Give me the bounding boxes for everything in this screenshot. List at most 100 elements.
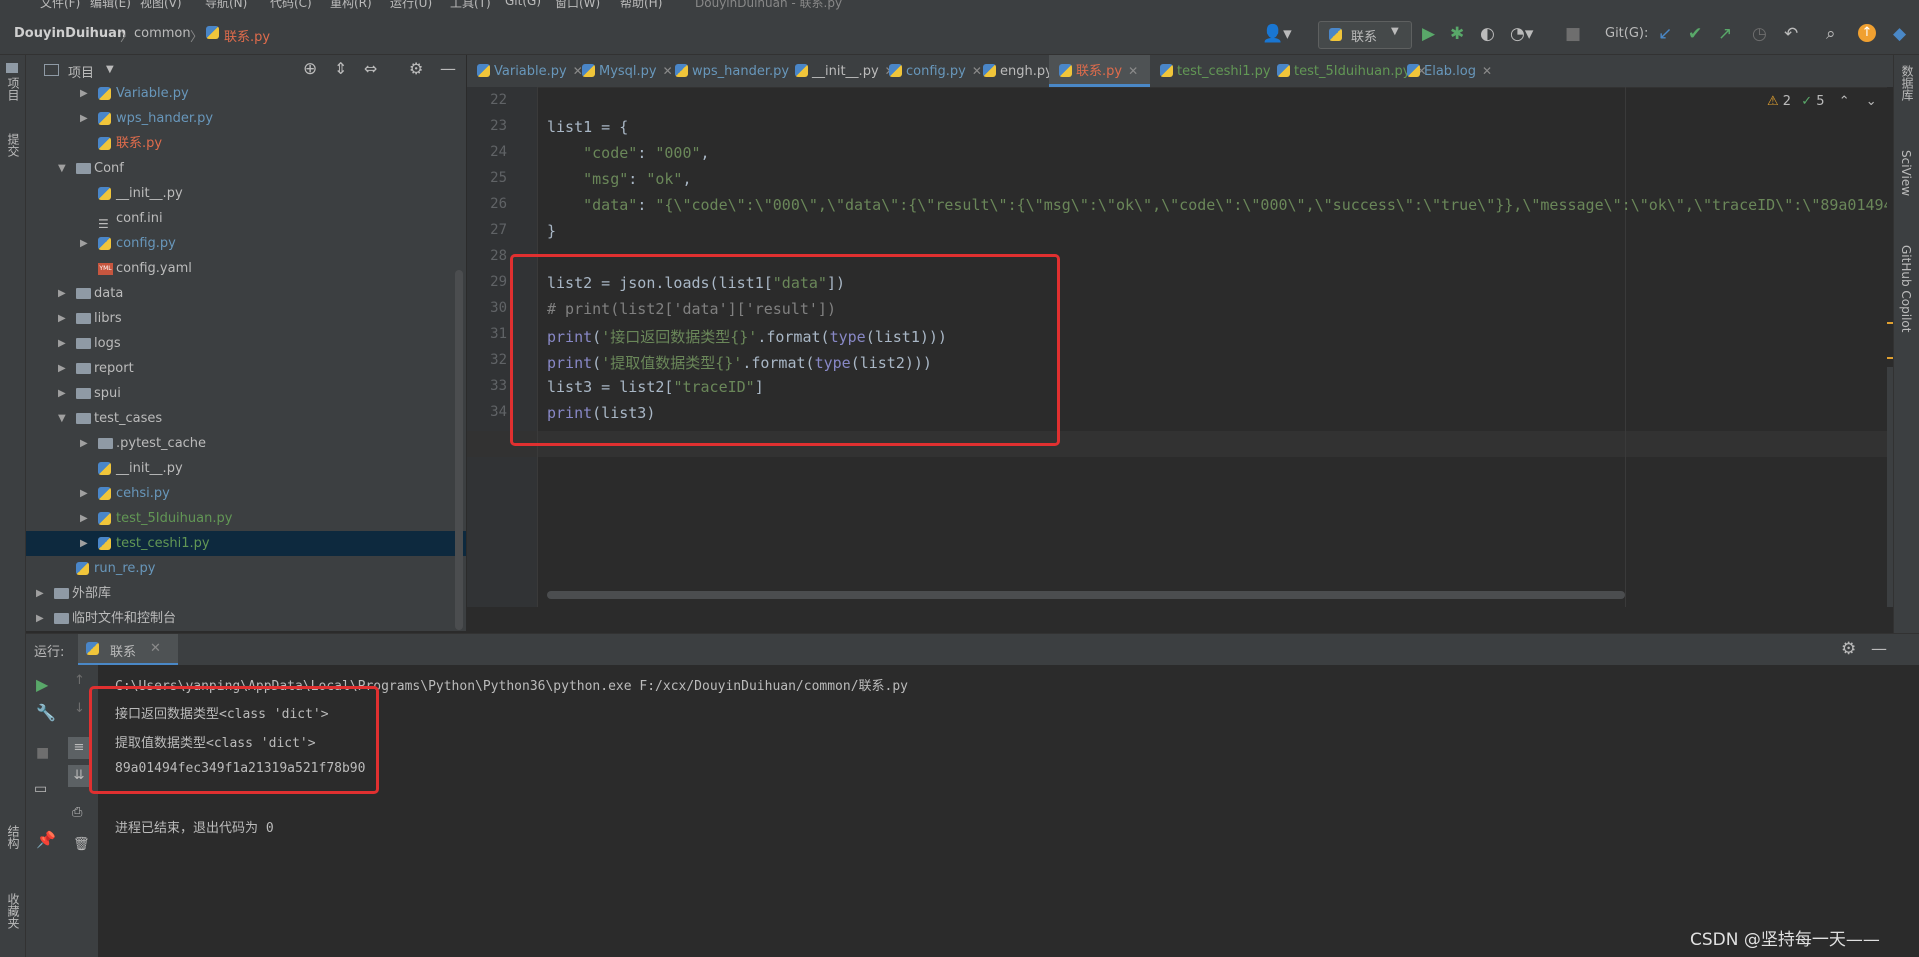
stop-icon[interactable]: ■: [36, 745, 49, 761]
breadcrumb-folder[interactable]: common: [134, 26, 191, 41]
tree-item[interactable]: ▶ 临时文件和控制台: [26, 606, 466, 631]
chevron-right-icon[interactable]: ▶: [80, 481, 88, 506]
locate-icon[interactable]: ⊕: [303, 59, 317, 79]
menu-git[interactable]: Git(G): [505, 0, 541, 8]
project-panel-title[interactable]: 项目: [68, 62, 94, 81]
menu-refactor[interactable]: 重构(R): [330, 0, 372, 11]
user-icon[interactable]: 👤▾: [1262, 24, 1292, 44]
tree-item[interactable]: YML config.yaml: [26, 256, 466, 281]
menu-help[interactable]: 帮助(H): [620, 0, 662, 11]
git-update-icon[interactable]: ↙: [1658, 24, 1672, 44]
menu-file[interactable]: 文件(F): [40, 0, 80, 11]
scroll-to-end-icon[interactable]: ⇊: [68, 765, 90, 787]
editor-tab[interactable]: Mysql.py ✕: [572, 55, 673, 87]
breadcrumb-project[interactable]: DouyinDuihuan: [14, 26, 126, 41]
tree-item[interactable]: 联系.py: [26, 131, 466, 156]
close-icon[interactable]: ✕: [1482, 64, 1492, 78]
structure-tool-button[interactable]: 结构: [5, 825, 22, 849]
tree-item[interactable]: ▶ logs: [26, 331, 466, 356]
tree-item[interactable]: ▶ cehsi.py: [26, 481, 466, 506]
tree-item[interactable]: ▶ wps_hander.py: [26, 106, 466, 131]
coverage-icon[interactable]: ◐: [1480, 24, 1495, 44]
wrench-icon[interactable]: 🔧: [36, 703, 56, 722]
menu-code[interactable]: 代码(C): [270, 0, 312, 11]
tree-item[interactable]: ▶ config.py: [26, 231, 466, 256]
chevron-right-icon[interactable]: ▶: [80, 431, 88, 456]
project-tool-button[interactable]: 项目: [5, 77, 22, 101]
editor-horizontal-scrollbar[interactable]: [547, 591, 1625, 599]
chevron-right-icon[interactable]: ▶: [58, 381, 66, 406]
editor-tab[interactable]: test_5Iduihuan.py ✕: [1267, 55, 1427, 87]
database-tool-button[interactable]: 数据库: [1899, 65, 1916, 101]
chevron-right-icon[interactable]: ▶: [80, 231, 88, 256]
trash-icon[interactable]: 🗑: [73, 837, 90, 852]
run-config-selector[interactable]: 联系 ▼: [1318, 21, 1412, 49]
stop-icon[interactable]: ■: [1565, 24, 1581, 44]
git-commit-icon[interactable]: ✔: [1688, 24, 1702, 44]
editor-tab[interactable]: config.py ✕: [879, 55, 982, 87]
chevron-down-icon[interactable]: ▼: [58, 406, 66, 431]
next-highlight-icon[interactable]: ⌄: [1866, 94, 1877, 109]
run-icon[interactable]: ▶: [1422, 24, 1435, 44]
profile-icon[interactable]: ◔▾: [1510, 24, 1533, 44]
tree-item[interactable]: ▼ Conf: [26, 156, 466, 181]
editor-tab[interactable]: test_ceshi1.py✕: [1150, 55, 1287, 87]
tree-item[interactable]: ▶ 外部库: [26, 581, 466, 606]
update-icon[interactable]: ↑: [1858, 24, 1876, 42]
editor-tab[interactable]: wps_hander.py✕: [665, 55, 805, 87]
chevron-right-icon[interactable]: ▶: [58, 356, 66, 381]
minimize-icon[interactable]: —: [1871, 639, 1887, 658]
chevron-down-icon[interactable]: ▼: [58, 156, 66, 181]
run-tab[interactable]: 联系 ✕: [78, 634, 178, 666]
tree-item[interactable]: __init__.py: [26, 181, 466, 206]
debug-icon[interactable]: ✱: [1450, 24, 1464, 44]
chevron-right-icon[interactable]: ▶: [58, 306, 66, 331]
scroll-down-icon[interactable]: ↓: [74, 701, 85, 716]
sciview-tool-button[interactable]: SciView: [1899, 150, 1913, 196]
tree-item[interactable]: ▶ test_5Iduihuan.py: [26, 506, 466, 531]
chevron-right-icon[interactable]: ▶: [80, 506, 88, 531]
tree-item[interactable]: ▶ test_ceshi1.py: [26, 531, 466, 556]
print-icon[interactable]: ⎙: [72, 805, 82, 820]
inspection-widget[interactable]: ⚠ 2 ✓ 5 ⌃ ⌄: [1767, 94, 1877, 109]
chevron-right-icon[interactable]: ▶: [80, 531, 88, 556]
search-icon[interactable]: ⌕: [1826, 24, 1836, 44]
tree-item[interactable]: ▶ librs: [26, 306, 466, 331]
editor-tab[interactable]: Variable.py ✕: [467, 55, 583, 87]
close-icon[interactable]: ✕: [150, 641, 161, 656]
tree-item[interactable]: ☰ conf.ini: [26, 206, 466, 231]
git-push-icon[interactable]: ↗: [1718, 24, 1732, 44]
chevron-right-icon[interactable]: ▶: [36, 581, 44, 606]
rerun-icon[interactable]: ▶: [36, 675, 48, 694]
soft-wrap-icon[interactable]: ≡: [68, 737, 90, 759]
project-tree-scrollbar[interactable]: [455, 270, 463, 630]
rollback-icon[interactable]: ↶: [1784, 24, 1798, 44]
editor-tab[interactable]: Elab.log ✕: [1397, 55, 1492, 87]
menu-run[interactable]: 运行(U): [390, 0, 432, 11]
commit-tool-button[interactable]: 提交: [5, 133, 22, 157]
menu-navigate[interactable]: 导航(N): [205, 0, 247, 11]
history-icon[interactable]: ◷: [1752, 24, 1767, 44]
tree-item[interactable]: ▶ Variable.py: [26, 86, 466, 106]
editor-tab[interactable]: 联系.py ✕: [1049, 55, 1150, 87]
menu-tools[interactable]: 工具(T): [450, 0, 491, 11]
tree-item[interactable]: ▼ test_cases: [26, 406, 466, 431]
expand-all-icon[interactable]: ⇕: [334, 59, 347, 78]
tree-item[interactable]: run_re.py: [26, 556, 466, 581]
chevron-right-icon[interactable]: ▶: [58, 281, 66, 306]
tree-item[interactable]: __init__.py: [26, 456, 466, 481]
editor-tab[interactable]: engh.py✕: [973, 55, 1069, 87]
tree-item[interactable]: ▶ .pytest_cache: [26, 431, 466, 456]
tree-item[interactable]: ▶ spui: [26, 381, 466, 406]
chevron-down-icon[interactable]: ▼: [106, 64, 114, 75]
scroll-up-icon[interactable]: ↑: [74, 673, 85, 688]
close-icon[interactable]: ✕: [1128, 64, 1138, 78]
editor-tab[interactable]: __init__.py✕: [785, 55, 895, 87]
menu-edit[interactable]: 编辑(E): [90, 0, 131, 11]
minimize-icon[interactable]: —: [440, 59, 456, 78]
pin-icon[interactable]: 📌: [36, 830, 56, 849]
menu-window[interactable]: 窗口(W): [555, 0, 600, 11]
chevron-right-icon[interactable]: ▶: [80, 106, 88, 131]
chevron-right-icon[interactable]: ▶: [58, 331, 66, 356]
tree-item[interactable]: ▶ report: [26, 356, 466, 381]
